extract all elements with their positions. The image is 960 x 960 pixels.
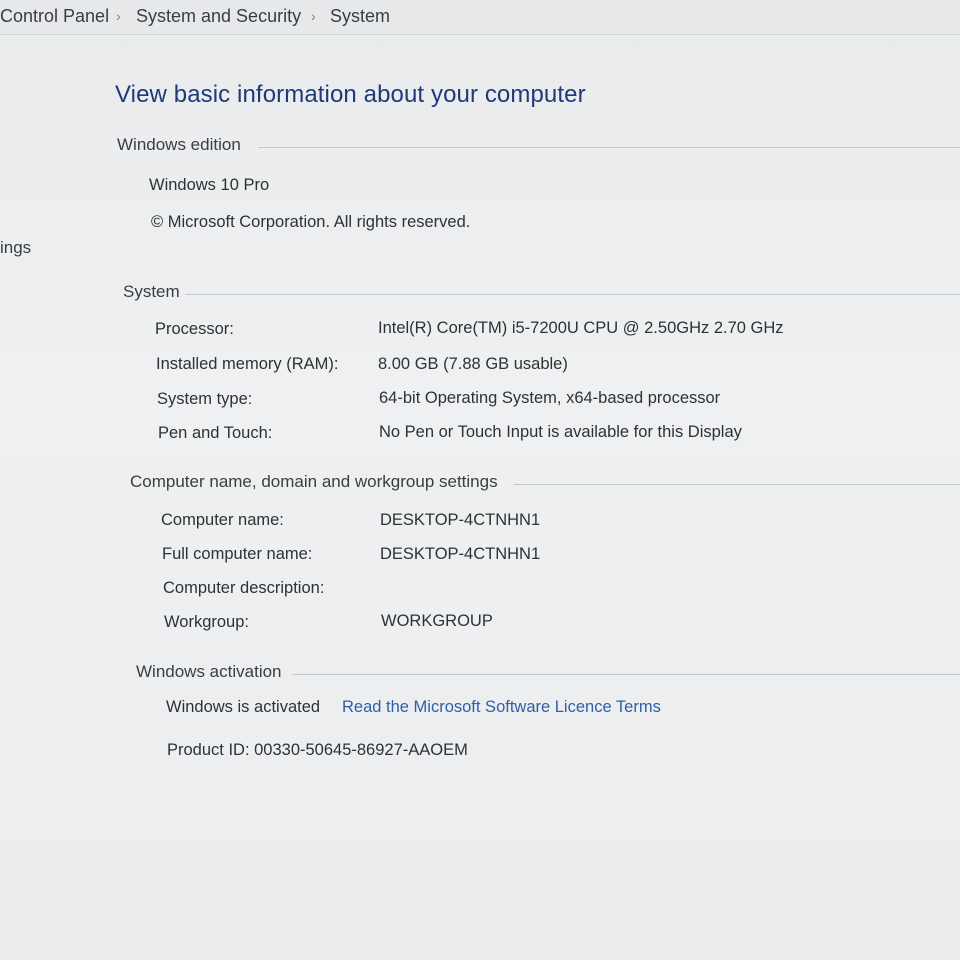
sidebar-link-settings[interactable]: ings [0, 238, 31, 258]
system-type-value: 64-bit Operating System, x64-based proce… [379, 389, 721, 407]
windows-edition-name: Windows 10 Pro [149, 176, 270, 194]
activation-status: Windows is activated [166, 698, 321, 716]
chevron-right-icon[interactable]: › [116, 8, 121, 24]
processor-value: Intel(R) Core(TM) i5-7200U CPU @ 2.50GHz… [378, 319, 784, 337]
full-computer-name-value: DESKTOP-4CTNHN1 [380, 545, 541, 563]
computer-description-label: Computer description: [163, 579, 325, 597]
workgroup-label: Workgroup: [164, 613, 249, 631]
address-bar: Control Panel › System and Security › Sy… [0, 0, 960, 35]
section-header-system: System [123, 282, 180, 301]
section-divider [258, 147, 960, 148]
page-title: View basic information about your comput… [115, 81, 586, 108]
breadcrumb-control-panel[interactable]: Control Panel [0, 6, 109, 27]
memory-label: Installed memory (RAM): [156, 355, 339, 373]
computer-name-value: DESKTOP-4CTNHN1 [380, 511, 541, 529]
computer-name-label: Computer name: [161, 511, 284, 529]
product-id: Product ID: 00330-50645-86927-AAOEM [167, 741, 468, 759]
pen-touch-label: Pen and Touch: [158, 424, 273, 442]
memory-value: 8.00 GB (7.88 GB usable) [378, 355, 568, 373]
section-header-computer-name: Computer name, domain and workgroup sett… [130, 472, 498, 491]
full-computer-name-label: Full computer name: [162, 545, 313, 563]
licence-terms-link[interactable]: Read the Microsoft Software Licence Term… [342, 698, 661, 717]
section-header-windows-edition: Windows edition [117, 135, 241, 154]
system-type-label: System type: [157, 390, 253, 408]
section-divider [185, 294, 960, 295]
pen-touch-value: No Pen or Touch Input is available for t… [379, 423, 742, 441]
processor-label: Processor: [155, 320, 234, 338]
section-divider [292, 674, 960, 675]
breadcrumb-system[interactable]: System [330, 6, 390, 27]
breadcrumb-system-and-security[interactable]: System and Security [136, 6, 301, 27]
section-header-windows-activation: Windows activation [136, 662, 282, 681]
chevron-right-icon[interactable]: › [311, 8, 316, 24]
workgroup-value: WORKGROUP [381, 612, 493, 630]
copyright-notice: © Microsoft Corporation. All rights rese… [151, 213, 471, 231]
section-divider [514, 484, 960, 485]
